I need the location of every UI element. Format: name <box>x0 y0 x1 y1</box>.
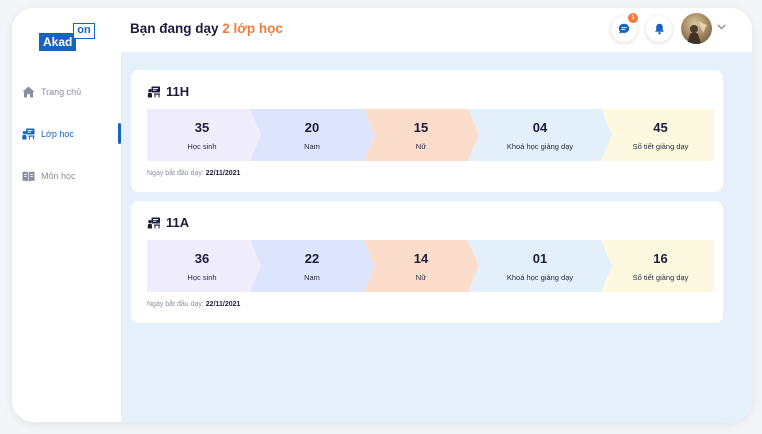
avatar[interactable] <box>681 13 712 44</box>
classroom-icon <box>147 217 160 228</box>
app-frame: Akad on Trang chủ Lớp học Môn học Bạn đa… <box>12 8 752 422</box>
start-date-value: 22/11/2021 <box>205 301 241 308</box>
class-card[interactable]: 11H 35 Học sinh 20 Nam 15 Nữ 04 Khoá học… <box>131 70 723 192</box>
stat-value: 04 <box>532 120 548 135</box>
start-date-value: 22/11/2021 <box>205 170 241 177</box>
start-date-row: Ngày bắt đầu dạy: 22/11/2021 <box>147 170 240 177</box>
stat-courses: 04 Khoá học giảng dạy <box>475 109 605 161</box>
book-icon <box>22 171 35 181</box>
stat-female: 15 Nữ <box>367 109 475 161</box>
page-title: Bạn đang dạy 2 lớp học <box>130 21 283 36</box>
sidebar-item-classes[interactable]: Lớp học <box>22 123 74 145</box>
sidebar-item-label: Môn học <box>41 171 76 181</box>
stat-label: Học sinh <box>187 142 217 151</box>
stat-value: 45 <box>653 120 668 135</box>
stat-value: 16 <box>653 251 668 266</box>
page-title-highlight: 2 lớp học <box>222 21 283 36</box>
stat-male: 22 Nam <box>257 240 367 292</box>
sidebar-item-label: Lớp học <box>41 129 74 139</box>
class-name: 11A <box>166 215 190 230</box>
main-content: 11H 35 Học sinh 20 Nam 15 Nữ 04 Khoá học… <box>121 52 752 422</box>
class-card-header: 11A <box>147 215 189 230</box>
stat-label: Nữ <box>415 273 427 282</box>
stat-label: Học sinh <box>187 273 217 282</box>
sidebar-item-subjects[interactable]: Môn học <box>22 165 76 187</box>
stat-label: Số tiết giảng dạy <box>632 142 689 151</box>
stat-value: 15 <box>413 120 429 135</box>
stat-label: Số tiết giảng dạy <box>632 273 689 282</box>
stat-students: 36 Học sinh <box>147 240 257 292</box>
home-icon <box>22 86 35 98</box>
messages-button[interactable]: 1 <box>611 13 638 42</box>
logo[interactable]: Akad on <box>39 23 95 51</box>
stat-label: Nam <box>304 142 320 151</box>
stat-label: Nữ <box>415 142 427 151</box>
stat-female: 14 Nữ <box>367 240 475 292</box>
logo-text: Akad <box>39 33 77 51</box>
chevron-down-icon[interactable] <box>717 24 726 30</box>
sidebar: Akad on Trang chủ Lớp học Môn học <box>12 8 121 422</box>
topbar: Bạn đang dạy 2 lớp học 1 <box>121 8 752 52</box>
start-date-label: Ngày bắt đầu dạy: <box>147 301 204 308</box>
classroom-icon <box>147 86 160 97</box>
class-card[interactable]: 11A 36 Học sinh 22 Nam 14 Nữ 01 Khoá học… <box>131 201 723 323</box>
stat-value: 36 <box>194 251 210 266</box>
stat-label: Nam <box>304 273 320 282</box>
stat-students: 35 Học sinh <box>147 109 257 161</box>
stat-value: 22 <box>304 251 320 266</box>
sidebar-item-label: Trang chủ <box>41 87 82 97</box>
stat-courses: 01 Khoá học giảng dạy <box>475 240 605 292</box>
start-date-label: Ngày bắt đầu dạy: <box>147 170 204 177</box>
stat-periods: 45 Số tiết giảng dạy <box>607 109 714 161</box>
stat-value: 20 <box>304 120 320 135</box>
notifications-button[interactable] <box>646 16 672 42</box>
logo-badge: on <box>73 23 95 39</box>
class-stats: 36 Học sinh 22 Nam 14 Nữ 01 Khoá học giả… <box>147 240 714 292</box>
stat-value: 14 <box>413 251 429 266</box>
class-stats: 35 Học sinh 20 Nam 15 Nữ 04 Khoá học giả… <box>147 109 714 161</box>
chat-icon <box>618 23 630 34</box>
stat-periods: 16 Số tiết giảng dạy <box>607 240 714 292</box>
stat-value: 01 <box>532 251 548 266</box>
class-card-header: 11H <box>147 84 189 99</box>
page-title-prefix: Bạn đang dạy <box>130 21 219 36</box>
message-count-badge: 1 <box>628 13 638 23</box>
stat-value: 35 <box>194 120 210 135</box>
stat-label: Khoá học giảng dạy <box>506 273 574 282</box>
stat-male: 20 Nam <box>257 109 367 161</box>
avatar-photo <box>687 21 707 44</box>
sidebar-item-home[interactable]: Trang chủ <box>22 81 81 103</box>
classroom-icon <box>22 128 35 140</box>
stat-label: Khoá học giảng dạy <box>506 142 574 151</box>
bell-icon <box>654 23 664 35</box>
start-date-row: Ngày bắt đầu dạy: 22/11/2021 <box>147 301 240 308</box>
class-name: 11H <box>166 84 190 99</box>
